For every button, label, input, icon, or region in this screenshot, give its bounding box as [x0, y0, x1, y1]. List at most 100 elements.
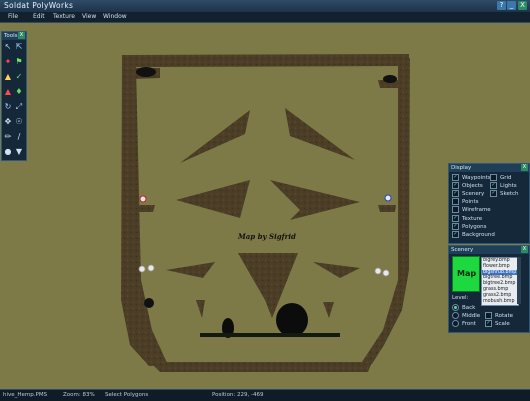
spawn-bravo-2 [374, 267, 382, 275]
checkbox-label: Texture [462, 215, 483, 222]
rotate-icon[interactable]: ↻ [3, 102, 13, 112]
menu-file[interactable]: File [8, 13, 18, 20]
display-checkbox-polygons[interactable]: ✓ Polygons [452, 222, 487, 230]
right-ledge [378, 205, 396, 212]
menu-bar: File Edit Texture View Window [0, 12, 530, 23]
rotate-checkbox[interactable]: Rotate [485, 312, 513, 319]
checkbox-label: Background [462, 231, 495, 238]
checkbox-label: Objects [462, 183, 483, 190]
status-bar: hive_Hemp.PMS Zoom: 83% Select Polygons … [0, 389, 530, 401]
tools-panel-header: Tools X [2, 32, 26, 40]
scenery-preview-label: Map [457, 269, 477, 278]
arrow-down-icon[interactable]: ▼ [14, 147, 24, 157]
checkbox-box[interactable] [452, 198, 459, 206]
help-button[interactable]: ? [497, 1, 506, 10]
eyedropper-icon[interactable]: ☉ [14, 117, 24, 127]
pencil-icon[interactable]: ✏ [3, 132, 13, 142]
texture-list-scrollbar[interactable] [517, 257, 521, 304]
checkbox-box[interactable]: ✓ [452, 230, 459, 238]
display-checkbox-waypoints[interactable]: ✓ Waypoints [452, 174, 491, 181]
display-checkbox-texture[interactable]: ✓ Texture [452, 214, 483, 222]
minimize-button[interactable]: _ [507, 1, 516, 10]
app-title: Soldat PolyWorks [4, 1, 74, 10]
texture-list-item[interactable]: mobush.bmp [482, 299, 518, 305]
scenery-tree-icon[interactable]: ▲ [3, 87, 13, 97]
checkbox-box[interactable]: ✓ [452, 222, 459, 230]
display-checkbox-grid[interactable]: Grid [490, 174, 512, 181]
menu-view[interactable]: View [82, 13, 96, 20]
vertex-select-icon[interactable]: ⇱ [14, 42, 24, 52]
tools-panel-title: Tools [4, 33, 18, 39]
checkbox-box[interactable] [452, 206, 459, 214]
polygon-icon[interactable]: ▲ [3, 72, 13, 82]
display-checkbox-points[interactable]: Points [452, 198, 479, 206]
upper-right-wedge [285, 108, 355, 160]
left-wedge [176, 180, 250, 218]
sphere-icon[interactable]: ● [3, 147, 13, 157]
color-picker-icon[interactable]: ✓ [14, 72, 24, 82]
move-icon[interactable]: ✥ [3, 117, 13, 127]
checkbox-label: Lights [500, 183, 517, 190]
level-radio-front[interactable]: Front [452, 320, 476, 327]
radio-dot[interactable] [452, 312, 459, 319]
waypoint-icon[interactable]: ♦ [14, 87, 24, 97]
checkbox-box[interactable]: ✓ [452, 182, 459, 190]
rotate-checkbox-box[interactable] [485, 312, 492, 319]
level-radio-middle[interactable]: Middle [452, 312, 480, 319]
checkbox-box[interactable]: ✓ [490, 182, 497, 190]
scale-checkbox-box[interactable]: ✓ [485, 320, 492, 327]
spawn-bravo-3 [382, 269, 390, 277]
checkbox-box[interactable]: ✓ [452, 174, 459, 181]
display-checkbox-objects[interactable]: ✓ Objects [452, 182, 483, 190]
display-checkbox-lights[interactable]: ✓ Lights [490, 182, 517, 190]
checkbox-label: Points [462, 199, 479, 206]
texture-list[interactable]: bigrey.bmp flower.bmp bigshrub.bmp bigtree.… [481, 257, 519, 306]
pan-hand-icon[interactable]: ✦ [3, 57, 13, 67]
upper-left-wedge [180, 110, 250, 163]
status-position: Position: 229, -469 [212, 392, 264, 398]
tools-panel-close-button[interactable]: X [18, 32, 25, 39]
status-tool: Select Polygons [105, 392, 149, 398]
display-checkbox-wireframe[interactable]: Wireframe [452, 206, 491, 214]
menu-window[interactable]: Window [103, 13, 127, 20]
scale-checkbox[interactable]: ✓ Scale [485, 320, 510, 327]
checkbox-label: Grid [500, 175, 512, 181]
checkbox-box[interactable]: ✓ [452, 214, 459, 222]
checkbox-label: Wireframe [462, 207, 491, 214]
lower-left-slope [166, 262, 215, 278]
scenery-tree-big [276, 303, 308, 337]
line-icon[interactable]: ∕ [14, 132, 24, 142]
left-ledge [138, 205, 155, 212]
scenery-panel-title: Scenery [451, 247, 474, 253]
top-wall [122, 54, 409, 67]
spawn-flag-icon[interactable]: ⚑ [14, 57, 24, 67]
checkbox-box[interactable]: ✓ [452, 190, 459, 198]
checkbox-box[interactable]: ✓ [490, 190, 497, 198]
scenery-bush-top-left [136, 67, 156, 77]
radio-dot[interactable] [452, 320, 459, 327]
checkbox-label: Polygons [462, 223, 487, 230]
checkbox-label: Sketch [500, 191, 519, 198]
radio-label: Front [462, 321, 476, 327]
select-arrow-icon[interactable]: ↖ [3, 42, 13, 52]
display-checkbox-sketch[interactable]: ✓ Sketch [490, 190, 519, 198]
scenery-panel-header: Scenery X [449, 246, 529, 254]
rotate-label: Rotate [495, 313, 514, 319]
radio-dot[interactable] [452, 304, 459, 311]
scale-icon[interactable]: ⤢ [14, 102, 24, 112]
menu-texture[interactable]: Texture [53, 13, 75, 20]
tools-panel: Tools X ↖ ⇱ ✦ ⚑ ▲ ✓ ▲ ♦ ↻ ⤢ ✥ ☉ ✏ ∕ ● ▼ [1, 31, 27, 161]
map-label: Map by Sigfrid [238, 232, 296, 241]
display-panel-close-button[interactable]: X [521, 164, 528, 171]
right-wedge [270, 180, 360, 220]
display-checkbox-scenery[interactable]: ✓ Scenery [452, 190, 484, 198]
display-panel-title: Display [451, 165, 472, 171]
display-panel-header: Display X [449, 164, 529, 172]
level-radio-back[interactable]: Back [452, 304, 475, 311]
status-file: hive_Hemp.PMS [3, 392, 48, 398]
menu-edit[interactable]: Edit [33, 13, 45, 20]
checkbox-box[interactable] [490, 174, 497, 181]
close-button[interactable]: X [518, 1, 527, 10]
scenery-panel-close-button[interactable]: X [521, 246, 528, 253]
display-checkbox-background[interactable]: ✓ Background [452, 230, 495, 238]
